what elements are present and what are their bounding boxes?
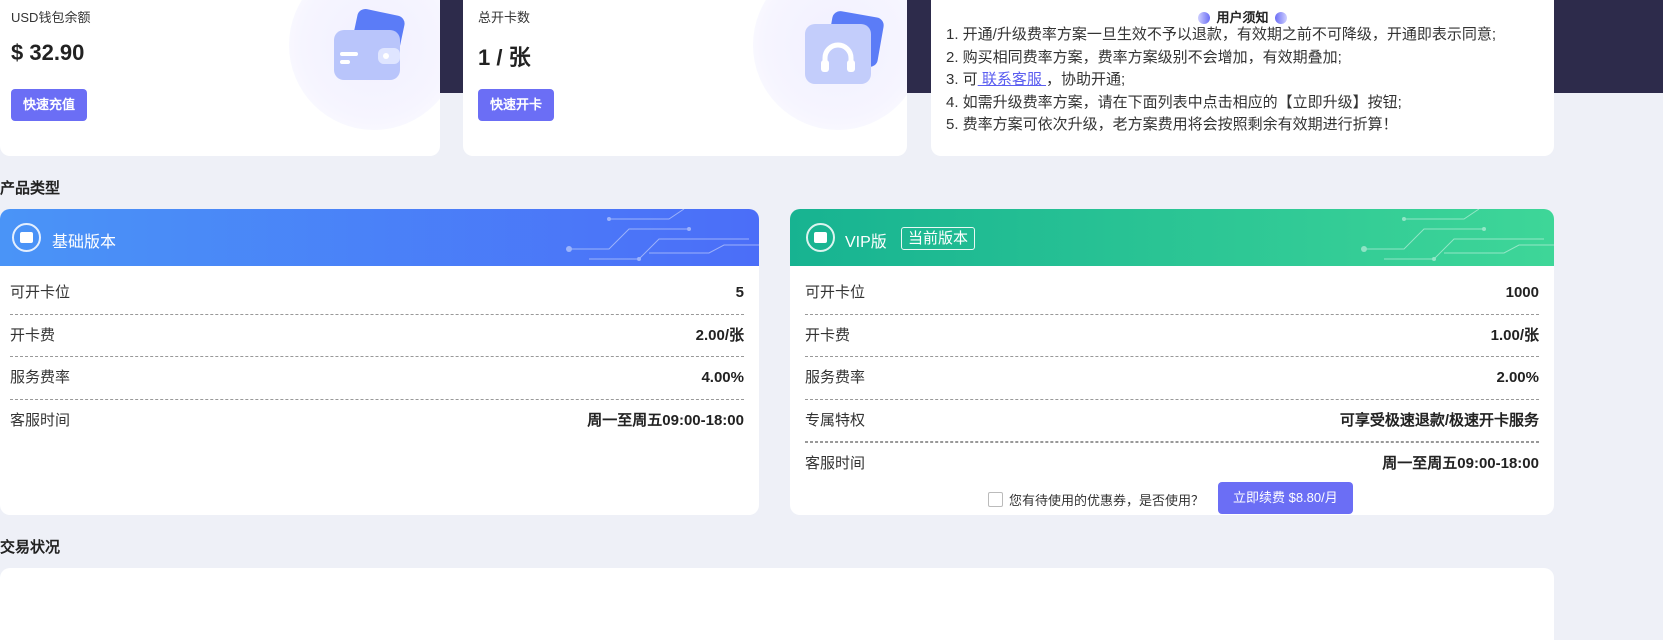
basic-plan-name: 基础版本 [52,234,117,251]
use-coupon-checkbox[interactable] [988,492,1003,507]
plan-row: 可开卡位 1000 [805,272,1539,315]
notice-item: 5. 费率方案可依次升级，老方案费用将会按照剩余有效期进行折算！ [946,116,1398,134]
quick-open-card-button[interactable]: 快速开卡 [478,89,555,121]
notice-item: 4. 如需升级费率方案，请在下面列表中点击相应的【立即升级】按钮; [946,93,1402,111]
user-notice-list: 1. 开通/升级费率方案一旦生效不予以退款，有效期之前不可降级，开通即表示同意;… [946,24,1496,137]
row-label: 可开卡位 [10,284,71,301]
total-cards-card: 总开卡数 1 / 张 快速开卡 [463,0,907,156]
notice-item3-suffix: ，协助开通; [1046,71,1126,89]
row-value: 周一至周五09:00-18:00 [587,411,744,429]
row-label: 可开卡位 [805,284,866,301]
row-value: 2.00% [1496,369,1539,386]
coupon-label: 您有待使用的优惠券，是否使用？ [1009,493,1205,508]
vip-plan-card: VIP版 当前版本 可开卡位 1000 开卡费 1.00/张 服务费率 2.00% 专… [790,209,1554,515]
plan-row: 客服时间 周一至周五09:00-18:00 [805,442,1539,485]
bullet-dot-icon [1274,12,1287,24]
contact-support-link[interactable]: 联系客服 [978,71,1046,88]
renew-now-button[interactable]: 立即续费 $8.80/月 [1218,482,1353,514]
transaction-status-heading: 交易状况 [0,539,61,556]
row-value: 2.00/张 [695,326,744,344]
row-value: 周一至周五09:00-18:00 [1382,455,1539,472]
row-value: 1.00/张 [1490,326,1539,344]
plan-row: 客服时间 周一至周五09:00-18:00 [10,400,744,443]
plan-row: 服务费率 2.00% [805,357,1539,400]
user-notice-title-text: 用户须知 [1216,10,1269,25]
plan-row: 开卡费 2.00/张 [10,315,744,357]
vip-plan-details: 可开卡位 1000 开卡费 1.00/张 服务费率 2.00% 专属特权 可享受极速退款… [805,272,1539,485]
plan-card-icon [12,223,41,252]
total-cards-label: 总开卡数 [478,10,531,25]
wallet-label: USD钱包余额 [11,10,91,25]
total-cards-count: 1 / 张 [478,45,531,70]
row-value: 5 [735,284,744,301]
notice-item: 2. 购买相同费率方案，费率方案级别不会增加，有效期叠加; [946,48,1342,66]
row-value: 可享受极速退款/极速开卡服务 [1339,411,1539,429]
row-label: 开卡费 [10,326,56,344]
row-label: 客服时间 [805,455,866,472]
row-value: 4.00% [701,369,744,386]
row-label: 服务费率 [805,369,866,386]
row-label: 开卡费 [805,326,851,344]
plan-row: 专属特权 可享受极速退款/极速开卡服务 [805,400,1539,442]
plan-row: 可开卡位 5 [10,272,744,315]
plan-card-icon [806,223,835,252]
vip-plan-name: VIP版 [845,234,887,251]
coupon-option: 您有待使用的优惠券，是否使用？ [988,490,1204,509]
headset-icon [801,8,887,89]
wallet-card: USD钱包余额 $ 32.90 快速充值 [0,0,440,156]
circuit-decoration-icon [566,209,759,261]
product-type-heading: 产品类型 [0,180,61,197]
plan-row: 服务费率 4.00% [10,357,744,400]
bullet-dot-icon [1198,12,1211,24]
wallet-icon [330,8,410,89]
notice-item: 1. 开通/升级费率方案一旦生效不予以退款，有效期之前不可降级，开通即表示同意; [946,26,1497,43]
row-label: 客服时间 [10,411,71,429]
row-label: 专属特权 [805,411,866,429]
basic-plan-header: 基础版本 [0,209,759,266]
current-version-badge: 当前版本 [901,227,976,250]
row-value: 1000 [1505,284,1539,301]
notice-item: 3. 可 联系客服 ，协助开通; [946,69,1496,92]
plan-row: 开卡费 1.00/张 [805,315,1539,357]
transaction-status-panel [0,568,1554,640]
row-label: 服务费率 [10,369,71,386]
basic-plan-details: 可开卡位 5 开卡费 2.00/张 服务费率 4.00% 客服时间 周一至周五09:00… [10,272,744,442]
circuit-decoration-icon [1361,209,1554,261]
vip-plan-header: VIP版 当前版本 [790,209,1554,266]
wallet-balance: $ 32.90 [11,40,85,65]
user-notice-card: 用户须知 1. 开通/升级费率方案一旦生效不予以退款，有效期之前不可降级，开通即… [931,0,1554,156]
quick-recharge-button[interactable]: 快速充值 [11,89,88,121]
basic-plan-card: 基础版本 可开卡位 5 开卡费 2.00/张 服务费率 4.00% 客服时间 周一至周五… [0,209,759,515]
notice-item3-prefix: 3. 可 [946,71,978,89]
